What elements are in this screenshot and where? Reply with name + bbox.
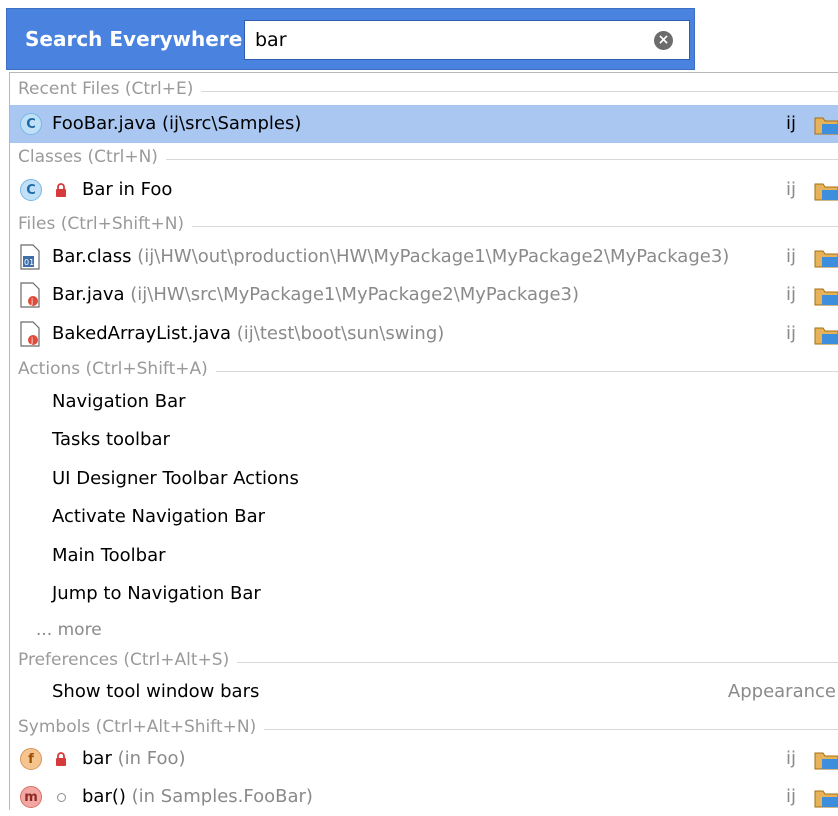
group-header-actions: Actions (Ctrl+Shift+A) [10, 355, 838, 383]
module-name: ij [785, 284, 796, 305]
list-item[interactable]: C Bar in Foo ij [10, 171, 838, 209]
module-folder-icon [814, 183, 838, 201]
group-header-files: Files (Ctrl+Shift+N) [10, 210, 838, 238]
svg-text:j: j [30, 336, 33, 345]
module-name: ij [785, 179, 796, 200]
list-item[interactable]: f bar (in Foo) ij [10, 740, 838, 778]
module-name: ij [785, 246, 796, 267]
svg-text:01: 01 [24, 258, 34, 267]
list-item[interactable]: 01 Bar.class (ij\HW\out\production\HW\My… [10, 238, 838, 276]
package-visibility-icon [57, 793, 66, 802]
action-item[interactable]: Tasks toolbar [10, 421, 838, 459]
action-item[interactable]: Activate Navigation Bar [10, 498, 838, 536]
action-item[interactable]: Jump to Navigation Bar [10, 575, 838, 613]
class-c-icon: C [20, 179, 42, 201]
action-item[interactable]: UI Designer Toolbar Actions [10, 460, 838, 498]
module-name: ij [785, 748, 796, 769]
group-header-preferences: Preferences (Ctrl+Alt+S) [10, 646, 838, 674]
list-item[interactable]: j BakedArrayList.java (ij\test\boot\sun\… [10, 315, 838, 353]
module-folder-icon [814, 288, 838, 306]
java-file-icon: j [20, 282, 40, 308]
list-item[interactable]: C FooBar.java (ij\src\Samples) ij [10, 105, 838, 143]
field-f-icon: f [20, 748, 42, 770]
module-folder-icon [814, 117, 838, 135]
module-folder-icon [814, 250, 838, 268]
module-name: ij [785, 113, 796, 134]
module-name: ij [785, 323, 796, 344]
search-box[interactable]: × [244, 20, 690, 60]
preference-category: Appearance [727, 681, 836, 702]
group-header-recent-files: Recent Files (Ctrl+E) [10, 75, 838, 103]
action-item[interactable]: Main Toolbar [10, 537, 838, 575]
group-header-symbols: Symbols (Ctrl+Alt+Shift+N) [10, 713, 838, 741]
class-file-icon: 01 [20, 244, 40, 270]
list-item[interactable]: m bar() (in Samples.FooBar) ij [10, 778, 838, 816]
search-everywhere-label: Search Everywhere: [25, 27, 251, 51]
clear-search-icon[interactable]: × [654, 31, 673, 50]
action-item[interactable]: Navigation Bar [10, 383, 838, 421]
preference-item[interactable]: Show tool window bars Appearance [10, 673, 838, 711]
svg-text:j: j [30, 297, 33, 306]
list-item[interactable]: j Bar.java (ij\HW\src\MyPackage1\MyPacka… [10, 276, 838, 314]
group-header-classes: Classes (Ctrl+N) [10, 143, 838, 171]
method-m-icon: m [20, 786, 42, 808]
module-folder-icon [814, 752, 838, 770]
module-folder-icon [814, 790, 838, 808]
java-file-icon: j [20, 321, 40, 347]
module-name: ij [785, 786, 796, 807]
class-c-icon: C [20, 113, 42, 135]
private-lock-icon [56, 752, 66, 766]
search-input[interactable] [245, 21, 655, 59]
module-folder-icon [814, 327, 838, 345]
private-lock-icon [56, 183, 66, 197]
search-results-popup: Recent Files (Ctrl+E) C FooBar.java (ij\… [9, 72, 838, 810]
search-everywhere-header: Search Everywhere: × [6, 8, 695, 70]
